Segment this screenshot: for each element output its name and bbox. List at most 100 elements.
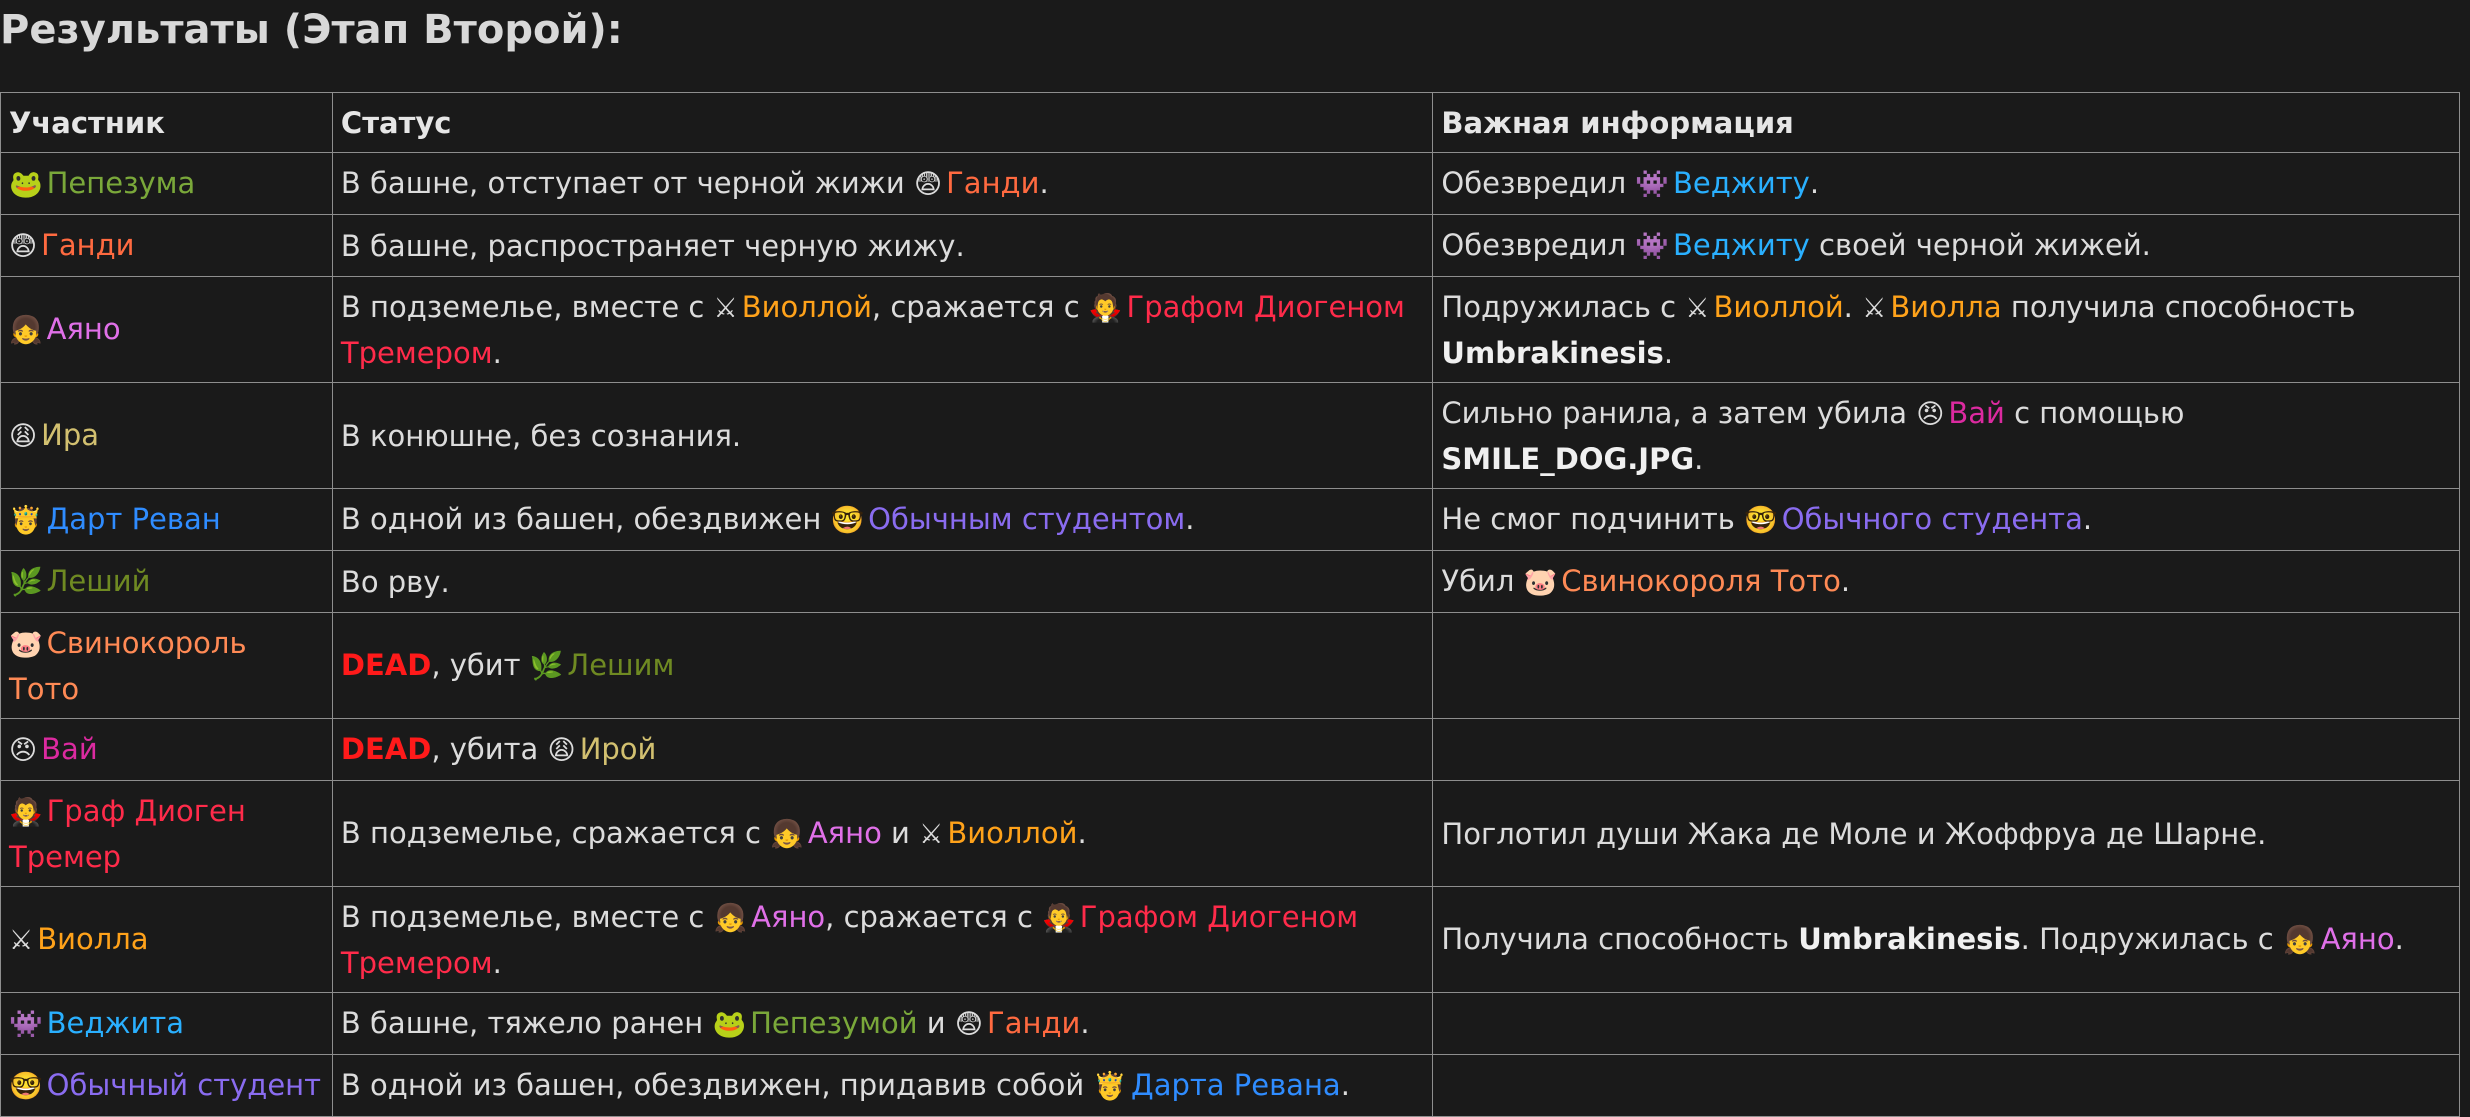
info-cell	[1432, 718, 2460, 781]
dead-status: DEAD	[340, 732, 432, 766]
character-emoji-icon: 🌿	[529, 651, 564, 682]
character-emoji-icon: ⚔	[919, 819, 944, 850]
status-cell: DEAD, убита 😩 Ирой	[331, 718, 1434, 781]
dead-status: DEAD	[340, 648, 432, 682]
cell-text: и	[881, 816, 920, 850]
bold-term: Umbrakinesis	[1441, 336, 1664, 370]
character-name: Ганди	[946, 166, 1040, 200]
character-name: Аяно	[807, 816, 882, 850]
participant-cell: 🐷 Свинокороль Тото	[0, 612, 333, 719]
cell-text: В башне, распространяет черную жижу.	[340, 229, 965, 263]
character-name: Веджита	[46, 1006, 185, 1040]
info-cell	[1432, 992, 2460, 1055]
status-cell: DEAD, убит 🌿 Лешим	[331, 612, 1434, 719]
participant-cell: 🤓 Обычный студент	[0, 1054, 333, 1117]
participant-cell: 😠 Вай	[0, 718, 333, 781]
character-emoji-icon: 🌿	[9, 567, 43, 598]
character-name: Свинокороль Тото	[9, 626, 247, 706]
table-row: 😨 Ганди В башне, распространяет черную жиж…	[0, 214, 2460, 277]
character-emoji-icon: 😨	[9, 231, 38, 262]
character-emoji-icon: 👾	[9, 1009, 43, 1040]
cell-text: своей черной жижей.	[1809, 228, 2151, 262]
character-emoji-icon: 👧	[2282, 925, 2317, 956]
participant-cell: 🤴 Дарт Реван	[0, 488, 333, 551]
character-emoji-icon: ⚔	[9, 925, 34, 956]
table-row: 👧 Аяно В подземелье, вместе с ⚔ Виоллой, ср…	[0, 276, 2460, 383]
status-cell: В подземелье, вместе с ⚔ Виоллой, сражает…	[331, 276, 1434, 383]
character-name: Ганди	[987, 1006, 1081, 1040]
cell-text: и	[917, 1006, 955, 1040]
character-emoji-icon: 👾	[1635, 231, 1670, 262]
info-cell	[1432, 1054, 2460, 1117]
cell-text: Обезвредил	[1441, 166, 1636, 200]
cell-text: .	[1663, 336, 1674, 370]
character-name: Пепезума	[46, 166, 196, 200]
cell-text: . Подружилась с	[2020, 922, 2283, 956]
character-emoji-icon: 👧	[713, 903, 748, 934]
cell-text: В подземелье, сражается с	[340, 816, 771, 850]
table-row: 😠 Вай DEAD, убита 😩 Ирой	[0, 718, 2460, 781]
status-cell: Во рву.	[331, 550, 1434, 613]
character-name: Обычным студентом	[868, 502, 1186, 536]
character-emoji-icon: 👧	[9, 315, 43, 346]
character-emoji-icon: 🐸	[9, 169, 43, 200]
participant-cell: 👾 Веджита	[0, 992, 333, 1055]
table-row: 🐸 Пепезума В башне, отступает от черной жи…	[0, 152, 2460, 215]
cell-text: , убита	[431, 732, 548, 766]
cell-text: .	[1080, 1006, 1090, 1040]
character-emoji-icon: 🧛	[1042, 903, 1076, 934]
character-emoji-icon: 👧	[770, 819, 804, 850]
cell-text: В одной из башен, обездвижен, придавив с…	[340, 1068, 1094, 1102]
character-name: Леший	[46, 564, 151, 598]
cell-text: Обезвредил	[1441, 228, 1636, 262]
character-name: Аяно	[46, 312, 121, 346]
info-cell: Обезвредил 👾 Веджиту своей черной жижей.	[1432, 214, 2460, 277]
character-name: Виолла	[1890, 290, 2002, 324]
character-emoji-icon: 🤴	[9, 505, 43, 536]
cell-text: .	[1809, 166, 1820, 200]
cell-text: Получила способность	[1441, 922, 1799, 956]
participant-cell: 🧛 Граф Диоген Тремер	[0, 780, 333, 887]
table-header-row: Участник Статус Важная информация	[0, 92, 2460, 153]
character-name: Ганди	[41, 228, 135, 262]
cell-text: Подружилась с	[1441, 290, 1686, 324]
cell-text: В одной из башен, обездвижен	[340, 502, 831, 536]
character-emoji-icon: ⚔	[713, 293, 738, 324]
character-name: Виоллой	[947, 816, 1078, 850]
cell-text: с помощью	[2004, 396, 2185, 430]
participant-cell: 🌿 Леший	[0, 550, 333, 613]
character-emoji-icon: 🤓	[830, 505, 865, 536]
cell-text: Во рву.	[340, 565, 450, 599]
character-emoji-icon: 🐸	[712, 1009, 747, 1040]
bold-term: Umbrakinesis	[1798, 922, 2021, 956]
character-name: Вай	[41, 732, 98, 766]
character-name: Веджиту	[1673, 166, 1810, 200]
character-name: Пепезумой	[750, 1006, 918, 1040]
character-emoji-icon: 😩	[9, 421, 38, 452]
cell-text: Поглотил души Жака де Моле и Жоффруа де …	[1441, 817, 2267, 851]
cell-text: .	[492, 946, 502, 980]
cell-text: В башне, отступает от черной жижи	[340, 166, 914, 200]
info-cell: Не смог подчинить 🤓 Обычного студента.	[1432, 488, 2460, 551]
results-table: Участник Статус Важная информация 🐸 Пепез…	[0, 92, 2460, 1117]
table-row: 🤓 Обычный студент В одной из башен, обездв…	[0, 1054, 2460, 1117]
character-emoji-icon: ⚔	[1685, 293, 1710, 324]
character-name: Дарт Реван	[46, 502, 221, 536]
status-cell: В подземелье, сражается с 👧 Аяно и ⚔ Виолл…	[331, 780, 1434, 887]
character-name: Дарта Ревана	[1131, 1068, 1341, 1102]
participant-cell: ⚔ Виолла	[0, 886, 333, 993]
cell-text: , сражается с	[825, 900, 1043, 934]
character-emoji-icon: 👾	[1635, 169, 1670, 200]
participant-cell: 😩 Ира	[0, 382, 333, 489]
character-emoji-icon: 😠	[9, 735, 38, 766]
table-row: 🤴 Дарт Реван В одной из башен, обездвижен …	[0, 488, 2460, 551]
character-emoji-icon: 🐷	[9, 629, 43, 660]
table-row: 🐷 Свинокороль Тото DEAD, убит 🌿 Лешим	[0, 612, 2460, 719]
participant-cell: 😨 Ганди	[0, 214, 333, 277]
cell-text: .	[1039, 166, 1049, 200]
cell-text: В подземелье, вместе с	[340, 290, 714, 324]
character-emoji-icon: 🧛	[1088, 293, 1123, 324]
character-name: Обычного студента	[1781, 502, 2083, 536]
cell-text: В башне, тяжело ранен	[340, 1006, 713, 1040]
cell-text: .	[1694, 442, 1704, 476]
